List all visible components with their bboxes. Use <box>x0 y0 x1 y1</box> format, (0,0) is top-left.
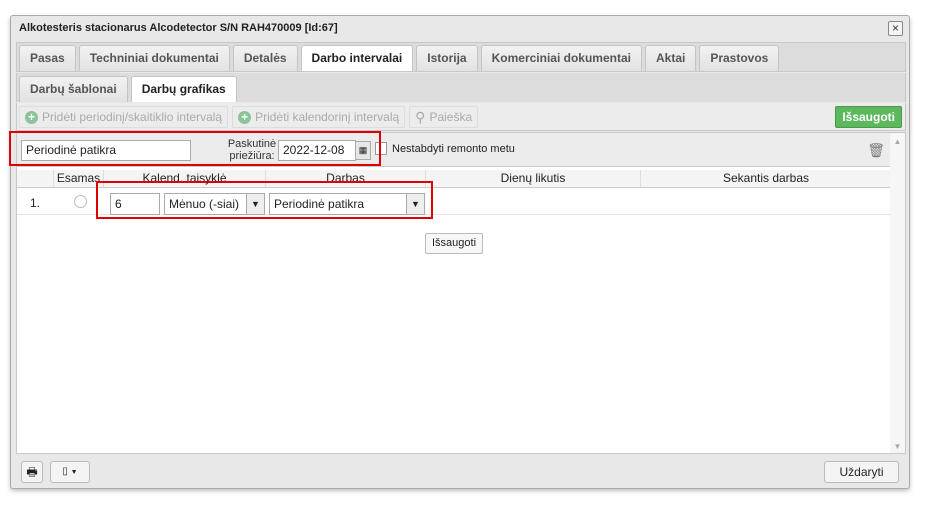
add-periodic-label: Pridėti periodinį/skaitiklio intervalą <box>42 110 223 124</box>
tab-techniniai-dokumentai[interactable]: Techniniai dokumentai <box>78 45 230 71</box>
dialog-title: Alkotesteris stacionarus Alcodetector S/… <box>19 22 338 34</box>
toolbar: + Pridėti periodinį/skaitiklio intervalą … <box>16 103 906 131</box>
pdf-export-button[interactable]: ▯ ▼ <box>50 461 90 483</box>
col-sekantis-darbas[interactable]: Sekantis darbas <box>641 170 891 187</box>
plus-icon: + <box>238 110 252 124</box>
tab-prastovos[interactable]: Prastovos <box>699 45 780 71</box>
print-button[interactable]: 🖶 <box>21 461 43 483</box>
tab-komerciniai-dokumentai[interactable]: Komerciniai dokumentai <box>480 45 642 71</box>
col-dienu-likutis[interactable]: Dienų likutis <box>426 170 641 187</box>
no-stop-label: Nestabdyti remonto metu <box>392 143 515 155</box>
trash-icon[interactable]: 🗑 <box>867 142 885 159</box>
add-periodic-interval-button[interactable]: + Pridėti periodinį/skaitiklio intervalą <box>19 106 229 128</box>
save-button[interactable]: Išsaugoti <box>835 106 902 128</box>
tab-darbo-intervalai[interactable]: Darbo intervalai <box>300 45 414 71</box>
tab-aktai[interactable]: Aktai <box>644 45 697 71</box>
sub-tabs: Darbų šablonai Darbų grafikas <box>16 73 906 102</box>
tab-darbu-grafikas[interactable]: Darbų grafikas <box>130 76 237 102</box>
search-icon: ⚲ <box>415 109 426 125</box>
tab-pasas[interactable]: Pasas <box>19 45 76 71</box>
tab-detales[interactable]: Detalės <box>232 45 298 71</box>
row-number: 1. <box>30 196 41 210</box>
plus-icon: + <box>25 110 38 124</box>
printer-icon: 🖶 <box>26 465 38 479</box>
highlight-box <box>9 131 381 166</box>
tab-istorija[interactable]: Istorija <box>416 45 478 71</box>
row-save-button[interactable]: Išsaugoti <box>425 233 484 254</box>
search-button[interactable]: ⚲ Paieška <box>409 106 479 128</box>
vertical-scrollbar[interactable]: ▲ ▼ <box>890 133 905 453</box>
main-tabs: Pasas Techniniai dokumentai Detalės Darb… <box>16 42 906 72</box>
search-label: Paieška <box>429 110 473 124</box>
dialog: Alkotesteris stacionarus Alcodetector S/… <box>9 15 910 489</box>
close-button[interactable]: × <box>888 21 903 36</box>
col-num <box>17 170 54 187</box>
close-dialog-button[interactable]: Uždaryti <box>824 461 899 483</box>
pdf-icon: ▯ <box>62 466 68 477</box>
add-calendar-interval-button[interactable]: + Pridėti kalendorinį intervalą <box>232 106 406 128</box>
highlight-box <box>96 181 433 219</box>
add-calendar-label: Pridėti kalendorinį intervalą <box>255 110 400 124</box>
tab-darbu-sablonai[interactable]: Darbų šablonai <box>19 76 128 102</box>
current-radio[interactable] <box>74 195 87 208</box>
chevron-down-icon: ▼ <box>70 469 78 476</box>
